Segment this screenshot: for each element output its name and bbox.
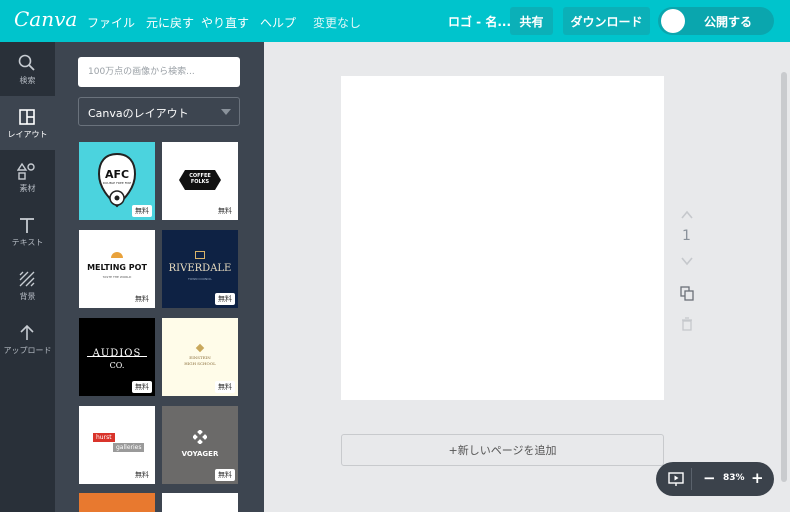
chevron-up-icon[interactable]	[679, 207, 695, 223]
share-button[interactable]: 共有	[510, 7, 553, 35]
template-title: hurst	[93, 433, 115, 442]
free-badge: 無料	[215, 205, 235, 217]
template-subtitle: galleries	[113, 443, 145, 452]
vertical-scrollbar[interactable]	[781, 72, 787, 482]
template-tile[interactable]: COFFEE FOLKS 無料	[162, 142, 238, 220]
template-title: EINSTEIN	[189, 355, 211, 360]
template-subtitle: HIGH SCHOOL	[184, 361, 216, 366]
book-icon	[195, 251, 205, 259]
background-icon	[19, 271, 35, 287]
rail-item-background[interactable]: 背景	[0, 258, 55, 312]
menu-help[interactable]: ヘルプ	[260, 14, 296, 31]
template-subtitle: DOUBLE FREE FIRE	[102, 181, 132, 185]
rail-item-elements[interactable]: 素材	[0, 150, 55, 204]
template-title: MELTING POT	[87, 263, 147, 272]
elements-icon	[17, 162, 35, 180]
rail-item-layout[interactable]: レイアウト	[0, 96, 55, 150]
template-title: AUDIOS	[92, 348, 142, 359]
template-tile[interactable]: RIVERDALE TOWN COUNCIL 無料	[162, 230, 238, 308]
template-title: COFFEE FOLKS	[189, 173, 211, 185]
rail-label: 検索	[19, 76, 36, 85]
free-badge: 無料	[132, 293, 152, 305]
image-search-input[interactable]	[78, 57, 240, 87]
document-title[interactable]: ロゴ - 名...	[448, 13, 511, 30]
zoom-control: − 83% +	[656, 462, 774, 496]
download-button[interactable]: ダウンロード	[563, 7, 650, 35]
template-subtitle: TASTE THE WORLD	[102, 275, 132, 279]
toggle-knob	[661, 9, 685, 33]
menu-file[interactable]: ファイル	[87, 14, 135, 31]
free-badge: 無料	[215, 293, 235, 305]
free-badge: 無料	[132, 469, 152, 481]
divider	[691, 468, 692, 490]
add-page-button[interactable]: +新しいページを追加	[341, 434, 664, 466]
publish-label: 公開する	[704, 15, 753, 29]
template-tile[interactable]: hurst galleries 無料	[79, 406, 155, 484]
template-title: VOYAGER	[181, 450, 219, 458]
upload-icon	[20, 324, 34, 340]
pot-icon	[111, 252, 123, 258]
page-number: 1	[682, 228, 691, 244]
template-tile[interactable]: AFC DOUBLE FREE FIRE 無料	[79, 142, 155, 220]
layout-icon	[19, 109, 35, 125]
duplicate-page-icon[interactable]	[679, 285, 695, 301]
trash-icon[interactable]	[679, 316, 695, 332]
canva-logo[interactable]: Canva	[14, 7, 77, 31]
menu-undo[interactable]: 元に戻す	[146, 14, 194, 31]
rail-item-search[interactable]: 検索	[0, 42, 55, 96]
template-subtitle: CO.	[109, 361, 125, 370]
layout-select[interactable]: Canvaのレイアウト	[78, 97, 240, 126]
diamond-dots-icon	[193, 430, 207, 444]
template-tile[interactable]: AUDIOS CO. 無料	[79, 318, 155, 396]
rail-label: 素材	[19, 184, 36, 193]
design-page[interactable]	[341, 76, 664, 400]
top-bar: Canva ファイル 元に戻す やり直す ヘルプ 変更なし ロゴ - 名... …	[0, 0, 790, 42]
template-subtitle: TOWN COUNCIL	[188, 277, 212, 281]
rail-label: 背景	[19, 292, 36, 301]
free-badge: 無料	[132, 381, 152, 393]
rail-label: レイアウト	[7, 130, 48, 139]
rail-label: アップロード	[3, 346, 52, 355]
zoom-out-button[interactable]: −	[703, 469, 716, 487]
menu-redo[interactable]: やり直す	[201, 14, 249, 31]
rail-item-text[interactable]: テキスト	[0, 204, 55, 258]
save-status: 変更なし	[313, 16, 362, 30]
left-rail: 検索 レイアウト 素材 テキスト 背景 アップロード	[0, 42, 55, 512]
free-badge: 無料	[215, 381, 235, 393]
crest-icon	[195, 343, 205, 353]
template-tile[interactable]	[162, 493, 238, 512]
publish-toggle[interactable]: 公開する	[658, 7, 774, 35]
template-tile[interactable]: MELTING POT TASTE THE WORLD 無料	[79, 230, 155, 308]
template-tile[interactable]: EINSTEIN HIGH SCHOOL 無料	[162, 318, 238, 396]
search-icon	[18, 54, 35, 71]
zoom-in-button[interactable]: +	[751, 469, 764, 487]
template-title: AFC	[104, 168, 130, 181]
free-badge: 無料	[132, 205, 152, 217]
chevron-down-icon[interactable]	[679, 253, 695, 269]
strike-line	[87, 356, 147, 357]
present-icon[interactable]	[668, 471, 684, 487]
rail-label: テキスト	[11, 238, 44, 247]
free-badge: 無料	[215, 469, 235, 481]
template-tile[interactable]: VOYAGER 無料	[162, 406, 238, 484]
text-icon	[20, 218, 34, 233]
layout-select-value: Canvaのレイアウト	[88, 107, 189, 120]
rail-item-upload[interactable]: アップロード	[0, 312, 55, 366]
template-tile[interactable]	[79, 493, 155, 512]
layouts-panel: Canvaのレイアウト AFC DOUBLE FREE FIRE 無料 COFF…	[55, 42, 264, 512]
chevron-down-icon	[221, 109, 231, 115]
zoom-level[interactable]: 83%	[723, 473, 745, 483]
template-title: RIVERDALE	[168, 263, 232, 274]
